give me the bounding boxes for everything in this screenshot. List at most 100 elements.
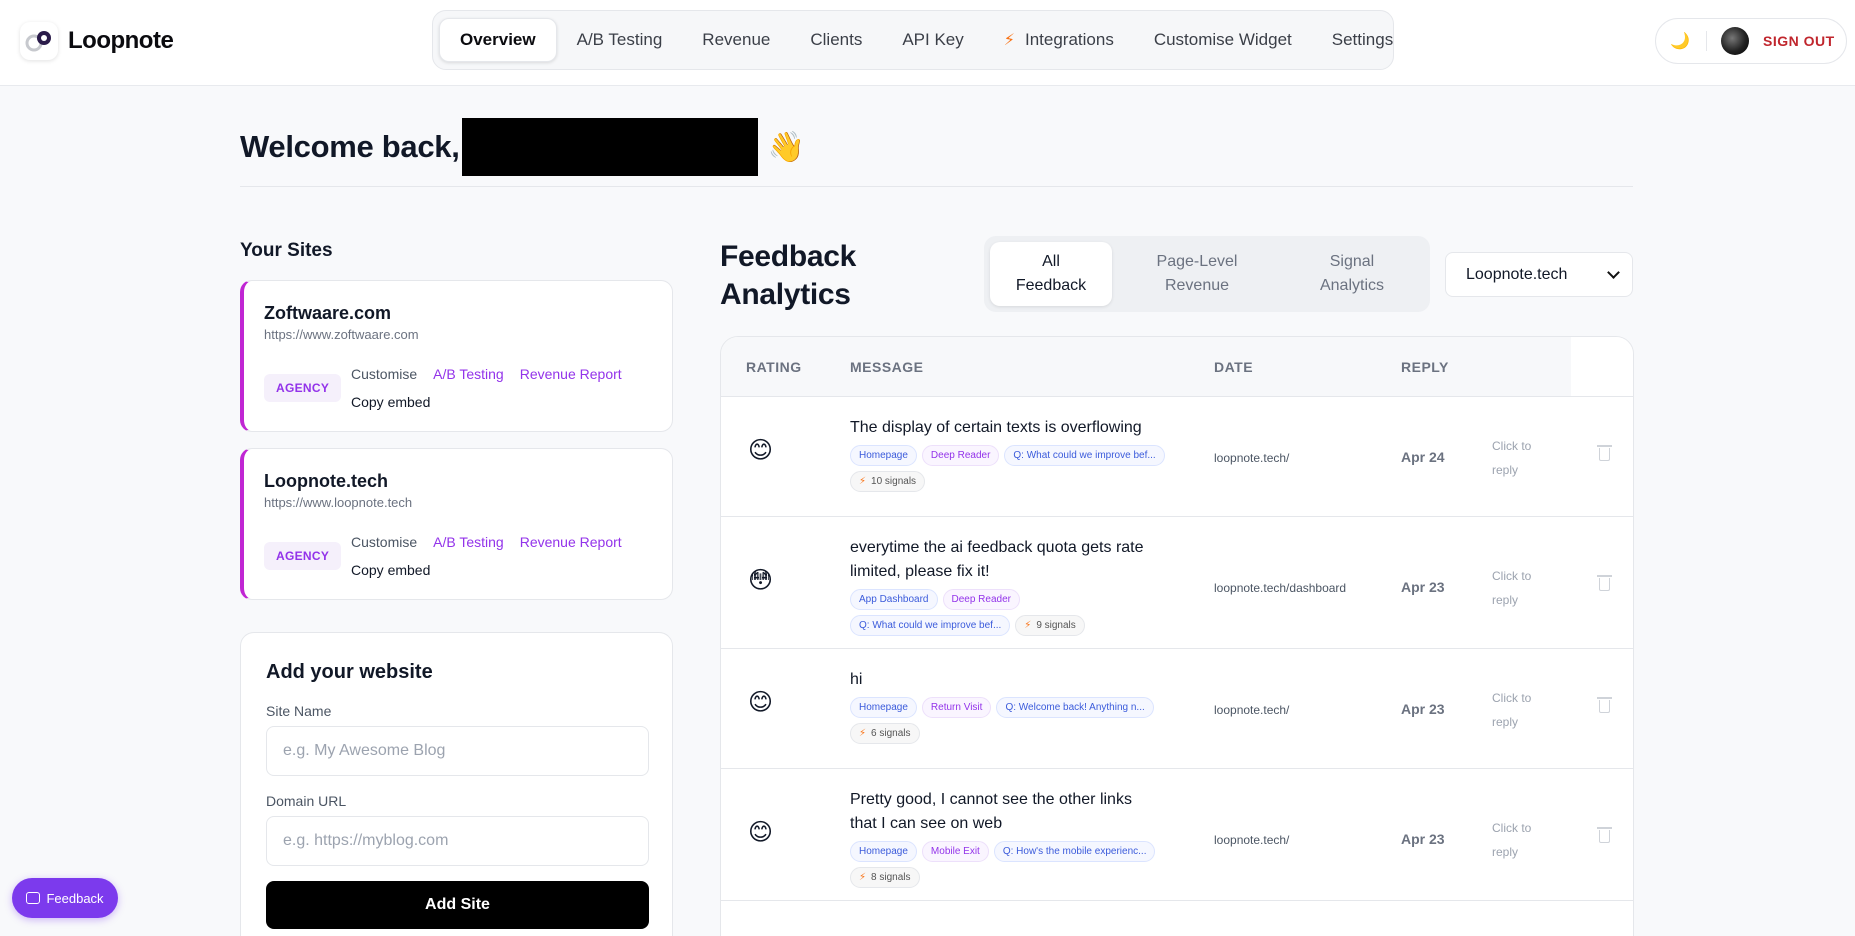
reply-text: Click to xyxy=(1492,821,1532,835)
tag: Q: What could we improve bef... xyxy=(1004,445,1165,466)
copy-embed-link[interactable]: Copy embed xyxy=(351,562,622,578)
signals-count: 10 signals xyxy=(871,475,917,487)
table-row[interactable]: 😊 Pretty good, I cannot see the other li… xyxy=(721,770,1633,901)
message-cell: Pretty good, I cannot see the other link… xyxy=(850,788,1156,888)
trash-icon[interactable] xyxy=(1597,445,1612,461)
ab-testing-link[interactable]: A/B Testing xyxy=(433,534,504,550)
user-controls: 🌙 SIGN OUT xyxy=(1655,18,1847,64)
tab-label: All xyxy=(1042,253,1060,270)
nav-label: Overview xyxy=(460,30,536,49)
message-cell: The display of certain texts is overflow… xyxy=(850,416,1165,492)
chevron-down-icon xyxy=(1607,265,1620,279)
message-cell: hi Homepage Return Visit Q: Welcome back… xyxy=(850,668,1154,744)
message-text: The display of certain texts is overflow… xyxy=(850,419,1142,436)
revenue-report-link[interactable]: Revenue Report xyxy=(520,366,622,382)
column-header: RATING xyxy=(746,359,802,375)
bolt-icon: ⚡ xyxy=(1024,619,1032,631)
domain-url-input[interactable] xyxy=(266,816,649,866)
welcome-text: Welcome back, xyxy=(240,129,460,164)
site-name: Zoftwaare.com xyxy=(264,303,392,323)
nav-label: Revenue xyxy=(702,30,771,49)
tab-signal-analytics[interactable]: Signal Analytics xyxy=(1282,242,1422,306)
divider xyxy=(1706,31,1707,51)
add-website-card: Add your website Site Name Domain URL Ad… xyxy=(240,632,673,936)
tag: Q: Welcome back! Anything n... xyxy=(996,697,1154,718)
trash-icon[interactable] xyxy=(1597,697,1612,713)
page-path: loopnote.tech/ xyxy=(1214,703,1290,717)
revenue-report-link[interactable]: Revenue Report xyxy=(520,534,622,550)
reply-link[interactable]: Click to reply xyxy=(1492,816,1552,864)
tag: Q: How's the mobile experienc... xyxy=(993,841,1156,862)
nav-label: A/B Testing xyxy=(576,30,663,49)
divider xyxy=(240,186,1633,187)
copy-embed-link[interactable]: Copy embed xyxy=(351,394,622,410)
tab-all-feedback[interactable]: All Feedback xyxy=(990,242,1112,306)
tab-page-level-revenue[interactable]: Page-Level Revenue xyxy=(1112,242,1282,306)
customise-link[interactable]: Customise xyxy=(351,534,417,550)
nav-api-key[interactable]: API Key xyxy=(882,18,983,62)
top-bar: Loopnote Overview A/B Testing Revenue Cl… xyxy=(0,0,1855,86)
nav-label: Customise Widget xyxy=(1153,30,1292,49)
reply-text: Click to xyxy=(1492,439,1532,453)
site-card: Loopnote.tech https://www.loopnote.tech … xyxy=(240,448,673,600)
reply-text: reply xyxy=(1492,463,1519,477)
nav-clients[interactable]: Clients xyxy=(790,18,882,62)
tag: Return Visit xyxy=(921,697,992,718)
column-header: REPLY xyxy=(1401,359,1449,375)
bolt-icon: ⚡ xyxy=(859,727,867,739)
date: Apr 23 xyxy=(1401,831,1445,847)
tag: Deep Reader xyxy=(942,589,1020,610)
message-text: Pretty good, I cannot see the other link… xyxy=(850,791,1132,832)
rating-emoji: 😊 xyxy=(748,689,774,716)
reply-text: reply xyxy=(1492,845,1519,859)
analytics-title: Feedback Analytics xyxy=(720,238,856,314)
rating-emoji: 😳 xyxy=(748,567,774,594)
bolt-icon: ⚡ xyxy=(859,475,867,487)
date: Apr 23 xyxy=(1401,579,1445,595)
reply-link[interactable]: Click to reply xyxy=(1492,564,1552,612)
page-path: loopnote.tech/dashboard xyxy=(1214,581,1347,595)
signals-count: 6 signals xyxy=(871,727,911,739)
avatar[interactable] xyxy=(1721,27,1749,55)
brand-name: Loopnote xyxy=(68,27,174,54)
tag: Q: What could we improve bef... xyxy=(850,615,1011,636)
ab-testing-link[interactable]: A/B Testing xyxy=(433,366,504,382)
nav-overview[interactable]: Overview xyxy=(439,18,557,62)
nav-customise-widget[interactable]: Customise Widget xyxy=(1134,18,1312,62)
signals-tag: ⚡ 6 signals xyxy=(850,723,920,744)
feedback-widget-button[interactable]: Feedback xyxy=(12,878,118,918)
nav-ab-testing[interactable]: A/B Testing xyxy=(557,18,683,62)
trash-icon[interactable] xyxy=(1597,575,1612,591)
nav-revenue[interactable]: Revenue xyxy=(682,18,790,62)
nav-integrations[interactable]: ⚡ Integrations xyxy=(984,18,1134,62)
date: Apr 24 xyxy=(1401,449,1445,465)
table-row[interactable]: 😊 hi Homepage Return Visit Q: Welcome ba… xyxy=(721,650,1633,769)
site-url: https://www.loopnote.tech xyxy=(264,495,413,510)
table-row[interactable]: 😊 The display of certain texts is overfl… xyxy=(721,398,1633,517)
table-header-spacer xyxy=(1571,337,1633,397)
reply-link[interactable]: Click to reply xyxy=(1492,686,1552,734)
loopnote-logo-icon xyxy=(20,22,58,60)
customise-link[interactable]: Customise xyxy=(351,366,417,382)
bolt-icon: ⚡ xyxy=(1003,32,1015,49)
sign-out-button[interactable]: SIGN OUT xyxy=(1763,33,1835,49)
reply-text: reply xyxy=(1492,715,1519,729)
add-site-button[interactable]: Add Site xyxy=(266,881,649,929)
table-row[interactable]: 😳 everytime the ai feedback quota gets r… xyxy=(721,518,1633,649)
site-name-label: Site Name xyxy=(266,703,332,719)
tag: App Dashboard xyxy=(850,589,938,610)
trash-icon[interactable] xyxy=(1597,827,1612,843)
plan-badge: AGENCY xyxy=(264,374,342,402)
nav-settings[interactable]: Settings xyxy=(1312,18,1413,62)
title-line: Analytics xyxy=(720,278,851,311)
moon-icon[interactable]: 🌙 xyxy=(1670,31,1694,51)
rating-emoji: 😊 xyxy=(748,437,774,464)
brand[interactable]: Loopnote xyxy=(20,22,174,60)
site-select[interactable]: Loopnote.tech xyxy=(1445,252,1633,297)
site-name-input[interactable] xyxy=(266,726,649,776)
reply-link[interactable]: Click to reply xyxy=(1492,434,1552,482)
site-actions: Customise A/B Testing Revenue Report Cop… xyxy=(351,366,622,410)
main-nav: Overview A/B Testing Revenue Clients API… xyxy=(432,10,1394,70)
tab-label: Signal xyxy=(1329,253,1375,270)
reply-text: Click to xyxy=(1492,691,1532,705)
